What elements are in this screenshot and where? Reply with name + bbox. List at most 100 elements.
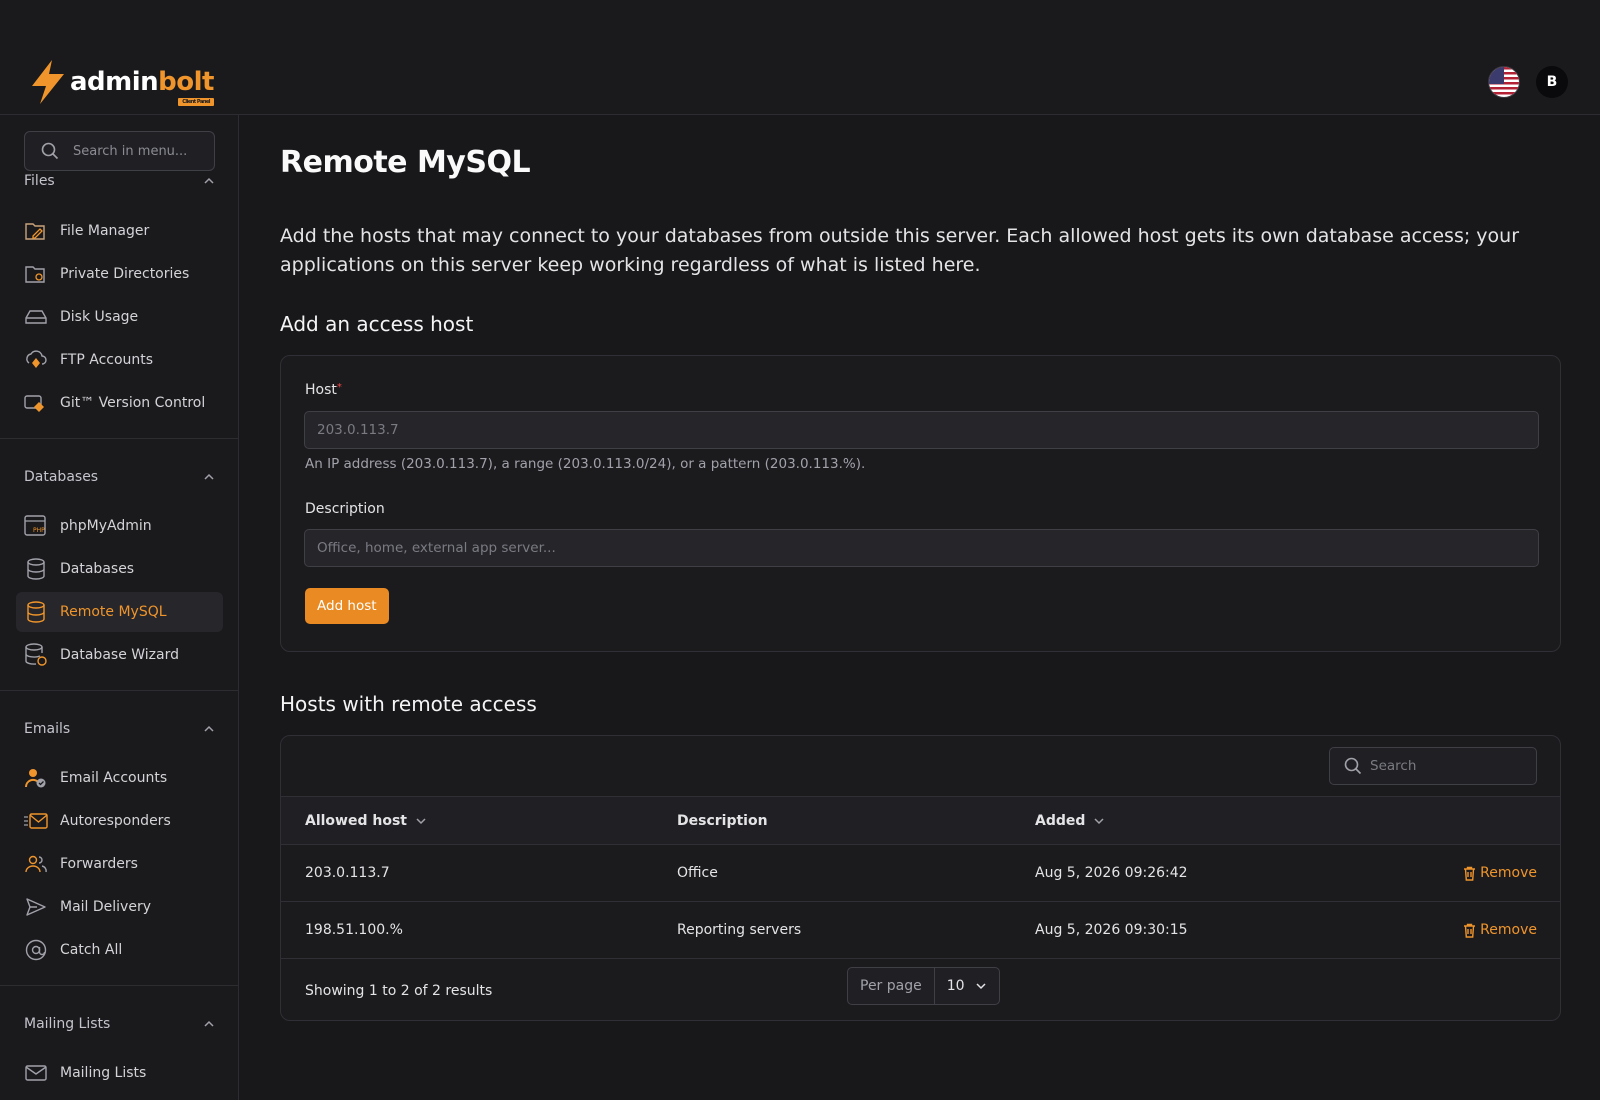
- logo-text-bolt: bolt: [158, 67, 214, 97]
- sidebar-search-input[interactable]: Search in menu...: [24, 131, 215, 171]
- host-label: Host*: [305, 382, 342, 398]
- users-icon: [24, 852, 48, 876]
- bolt-logo-icon: [32, 60, 64, 104]
- pagination-summary: Showing 1 to 2 of 2 results: [305, 983, 493, 999]
- search-icon: [1344, 757, 1362, 775]
- sidebar-item-label: Autoresponders: [60, 813, 171, 829]
- sidebar-item-mail-delivery[interactable]: Mail Delivery: [16, 887, 223, 927]
- column-header-label: Description: [677, 813, 768, 829]
- sidebar-item-label: Email Accounts: [60, 770, 168, 786]
- remove-label: Remove: [1480, 865, 1537, 881]
- column-header-added[interactable]: Added: [1035, 813, 1105, 829]
- sidebar-item-email-accounts[interactable]: Email Accounts: [16, 758, 223, 798]
- user-check-icon: [24, 766, 48, 790]
- table-row: 198.51.100.% Reporting servers Aug 5, 20…: [281, 902, 1560, 959]
- user-avatar[interactable]: B: [1536, 66, 1568, 98]
- sidebar-section-label: Emails: [24, 721, 71, 737]
- svg-text:PHP: PHP: [33, 527, 45, 534]
- required-mark: *: [336, 382, 342, 393]
- logo-badge: Client Panel: [178, 98, 214, 106]
- chevron-up-icon: [204, 177, 214, 184]
- sidebar-section-databases[interactable]: Databases: [24, 469, 215, 485]
- add-host-card: Host* 203.0.113.7 An IP address (203.0.1…: [280, 355, 1561, 652]
- php-icon: PHP: [24, 514, 48, 538]
- description-input[interactable]: Office, home, external app server...: [304, 529, 1539, 567]
- search-icon: [41, 142, 59, 160]
- database-wizard-icon: [24, 643, 48, 667]
- cell-description: Office: [677, 865, 718, 881]
- sidebar-item-phpmyadmin[interactable]: PHP phpMyAdmin: [16, 506, 223, 546]
- sidebar-section-label: Databases: [24, 469, 99, 485]
- table-row: 203.0.113.7 Office Aug 5, 2026 09:26:42 …: [281, 845, 1560, 902]
- host-help-text: An IP address (203.0.113.7), a range (20…: [305, 456, 866, 472]
- sidebar-item-mailing-lists[interactable]: Mailing Lists: [16, 1053, 223, 1093]
- sidebar-search-placeholder: Search in menu...: [73, 143, 188, 159]
- host-label-text: Host: [305, 382, 337, 398]
- chevron-down-icon: [1094, 818, 1104, 825]
- column-header-label: Added: [1035, 813, 1086, 829]
- logo-text-admin: admin: [70, 67, 159, 97]
- sidebar-item-label: Database Wizard: [60, 647, 179, 663]
- add-host-button[interactable]: Add host: [305, 588, 389, 624]
- table-search-input[interactable]: Search: [1329, 747, 1537, 785]
- sidebar-item-label: Catch All: [60, 942, 123, 958]
- page-title: Remote MySQL: [280, 145, 531, 180]
- sidebar-item-label: Git™ Version Control: [60, 395, 206, 411]
- sidebar-divider: [0, 690, 238, 691]
- top-bar: adminbolt Client Panel B: [0, 0, 1600, 115]
- folder-edit-icon: [24, 219, 48, 243]
- sidebar-item-label: Forwarders: [60, 856, 138, 872]
- hosts-table-card: Search Allowed host Description Added 20…: [280, 735, 1561, 1021]
- sidebar-item-databases[interactable]: Databases: [16, 549, 223, 589]
- logo[interactable]: adminbolt Client Panel: [30, 60, 214, 106]
- remove-button[interactable]: Remove: [1463, 922, 1537, 938]
- sidebar-item-private-directories[interactable]: Private Directories: [16, 254, 223, 294]
- sidebar-item-catch-all[interactable]: Catch All: [16, 930, 223, 970]
- language-flag-icon[interactable]: [1488, 66, 1520, 98]
- sidebar-item-label: Private Directories: [60, 266, 190, 282]
- database-icon: [24, 557, 48, 581]
- per-page-value: 10: [946, 978, 965, 994]
- sidebar-item-git[interactable]: Git™ Version Control: [16, 383, 223, 423]
- cell-added: Aug 5, 2026 09:30:15: [1035, 922, 1188, 938]
- sidebar-section-mailing-lists[interactable]: Mailing Lists: [24, 1016, 215, 1032]
- send-icon: [24, 895, 48, 919]
- sidebar-item-disk-usage[interactable]: Disk Usage: [16, 297, 223, 337]
- hard-drive-icon: [24, 305, 48, 329]
- sidebar-section-emails[interactable]: Emails: [24, 721, 215, 737]
- sidebar-item-label: Disk Usage: [60, 309, 139, 325]
- sidebar-item-forwarders[interactable]: Forwarders: [16, 844, 223, 884]
- sidebar-section-files[interactable]: Files: [24, 173, 215, 189]
- at-icon: [24, 938, 48, 962]
- per-page-value-wrap[interactable]: 10: [935, 978, 999, 994]
- chevron-up-icon: [204, 1020, 214, 1027]
- sidebar-item-remote-mysql[interactable]: Remote MySQL: [16, 592, 223, 632]
- per-page-select[interactable]: Per page 10: [847, 967, 1000, 1005]
- remove-button[interactable]: Remove: [1463, 865, 1537, 881]
- sidebar-divider: [0, 438, 238, 439]
- sidebar: Files Search in menu... File Manager Pri…: [0, 115, 239, 1100]
- cell-description: Reporting servers: [677, 922, 802, 938]
- trash-icon: [1464, 923, 1476, 938]
- column-header-label: Allowed host: [305, 813, 407, 829]
- chevron-up-icon: [204, 725, 214, 732]
- sidebar-item-ftp-accounts[interactable]: FTP Accounts: [16, 340, 223, 380]
- sidebar-item-file-manager[interactable]: File Manager: [16, 211, 223, 251]
- per-page-label: Per page: [848, 968, 935, 1004]
- cell-host: 198.51.100.%: [305, 922, 403, 938]
- ftp-cloud-icon: [24, 348, 48, 372]
- chevron-down-icon: [416, 818, 426, 825]
- trash-icon: [1464, 866, 1476, 881]
- sidebar-item-autoresponders[interactable]: Autoresponders: [16, 801, 223, 841]
- host-input-placeholder: 203.0.113.7: [317, 422, 399, 438]
- cell-host: 203.0.113.7: [305, 865, 390, 881]
- sidebar-item-database-wizard[interactable]: Database Wizard: [16, 635, 223, 675]
- column-header-description: Description: [677, 813, 768, 829]
- chevron-up-icon: [204, 473, 214, 480]
- sidebar-section-label: Mailing Lists: [24, 1016, 111, 1032]
- host-input[interactable]: 203.0.113.7: [304, 411, 1539, 449]
- column-header-allowed-host[interactable]: Allowed host: [305, 813, 427, 829]
- chevron-down-icon: [976, 983, 986, 990]
- sidebar-item-label: phpMyAdmin: [60, 518, 152, 534]
- sidebar-item-label: Mail Delivery: [60, 899, 151, 915]
